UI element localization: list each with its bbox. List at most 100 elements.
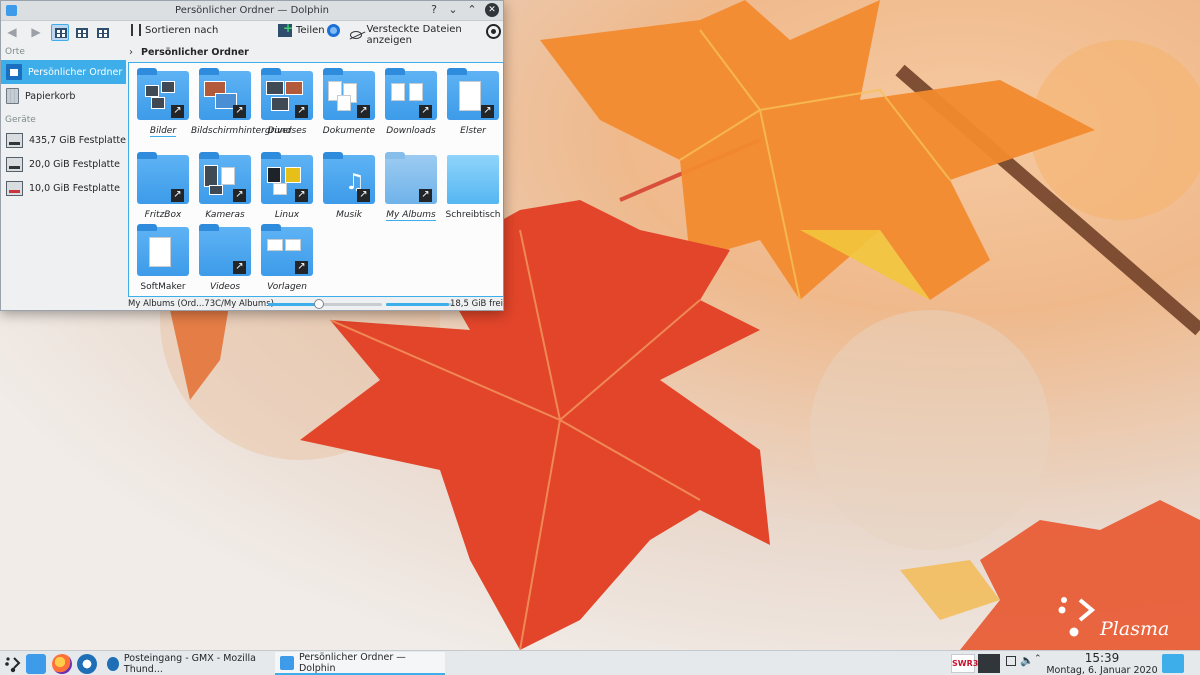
- folder-label: Bilder: [149, 126, 177, 137]
- forward-button[interactable]: ▶: [29, 24, 43, 40]
- volume-icon[interactable]: 🔈: [1020, 654, 1034, 667]
- breadcrumb[interactable]: › Persönlicher Ordner: [129, 45, 249, 60]
- breadcrumb-arrow-icon[interactable]: ›: [129, 47, 133, 58]
- back-button[interactable]: ◀: [5, 24, 19, 40]
- icons-view-icon: [55, 27, 67, 38]
- taskbar-panel: Posteingang - GMX - Mozilla Thund... Per…: [0, 650, 1200, 675]
- link-arrow-icon: ↗: [171, 105, 184, 118]
- sort-button[interactable]: Sortieren nach: [131, 24, 218, 36]
- maximize-button[interactable]: ⌃: [466, 3, 478, 17]
- radio-tray-icon[interactable]: SWR3: [951, 654, 978, 673]
- folder-item-dokumente[interactable]: ↗ Dokumente: [315, 65, 377, 145]
- search-button[interactable]: [327, 24, 340, 37]
- image-viewer-tray-icon[interactable]: [978, 654, 1000, 673]
- zoom-slider[interactable]: [268, 299, 382, 309]
- free-space-text: 18,5 GiB frei: [449, 299, 503, 309]
- places-heading: Orte: [5, 47, 25, 57]
- digital-clock[interactable]: 15:39 Montag, 6. Januar 2020: [1046, 652, 1158, 675]
- folder-item-diverses[interactable]: ↗ Diverses: [253, 65, 315, 145]
- link-arrow-icon: ↗: [295, 105, 308, 118]
- details-view-button[interactable]: [93, 24, 111, 41]
- link-arrow-icon: ↗: [233, 261, 246, 274]
- folder-item-vorlagen[interactable]: ↗ Vorlagen: [253, 221, 315, 301]
- sidebar-item-home[interactable]: Persönlicher Ordner: [1, 60, 126, 84]
- zoom-slider-handle[interactable]: [314, 299, 325, 309]
- clock-time: 15:39: [1084, 651, 1120, 665]
- link-arrow-icon: ↗: [357, 189, 370, 202]
- sidebar-item-label: 435,7 GiB Festplatte: [29, 134, 127, 146]
- minimize-button[interactable]: ⌄: [447, 3, 459, 17]
- link-arrow-icon: ↗: [233, 105, 246, 118]
- window-titlebar[interactable]: Persönlicher Ordner — Dolphin ? ⌄ ⌃ ✕: [1, 1, 503, 21]
- hard-disk-icon: [6, 156, 23, 172]
- file-view[interactable]: ↗ Bilder ↗ Bildschirmhintergrund ↗ Diver…: [128, 62, 504, 297]
- folder-icon: [137, 224, 189, 276]
- task-thunderbird[interactable]: Posteingang - GMX - Mozilla Thund...: [102, 652, 272, 675]
- sidebar-item-label: Papierkorb: [25, 90, 76, 102]
- sort-icon: [131, 24, 141, 36]
- show-desktop-icon[interactable]: [1162, 654, 1184, 673]
- hard-disk-icon: [6, 180, 23, 196]
- folder-item-kameras[interactable]: ↗ Kameras: [191, 149, 253, 229]
- eye-icon: [350, 31, 363, 39]
- sidebar-item-disk-1[interactable]: 435,7 GiB Festplatte: [1, 128, 126, 152]
- dolphin-window[interactable]: Persönlicher Ordner — Dolphin ? ⌄ ⌃ ✕ ◀ …: [0, 0, 504, 311]
- folder-label: SoftMaker: [140, 282, 186, 292]
- application-launcher-icon[interactable]: [3, 654, 23, 674]
- main-toolbar: ◀ ▶ Sortieren nach Teilen Versteckte Dat…: [1, 21, 503, 46]
- sidebar-item-trash[interactable]: Papierkorb: [1, 84, 126, 108]
- help-button[interactable]: ?: [428, 3, 440, 17]
- share-icon: [278, 21, 293, 37]
- compact-view-button[interactable]: [72, 24, 90, 41]
- folder-item-fritzbox[interactable]: ↗ FritzBox: [129, 149, 191, 229]
- folder-item-linux[interactable]: ↗ Linux: [253, 149, 315, 229]
- close-button[interactable]: ✕: [485, 3, 499, 17]
- link-arrow-icon: ↗: [419, 105, 432, 118]
- sidebar-item-label: 20,0 GiB Festplatte: [29, 158, 120, 170]
- folder-item-softmaker[interactable]: SoftMaker: [129, 221, 191, 301]
- folder-label: Videos: [209, 282, 241, 292]
- folder-item-downloads[interactable]: ↗ Downloads: [377, 65, 439, 145]
- sort-label: Sortieren nach: [145, 24, 219, 36]
- thunderbird-icon: [107, 656, 119, 671]
- dolphin-launcher-icon[interactable]: [26, 654, 46, 674]
- free-space-bar-fill: [386, 303, 449, 306]
- task-dolphin[interactable]: Persönlicher Ordner — Dolphin: [275, 652, 445, 675]
- link-arrow-icon: ↗: [295, 261, 308, 274]
- sidebar-item-label: 10,0 GiB Festplatte: [29, 182, 120, 194]
- folder-item-elster[interactable]: ↗ Elster: [439, 65, 501, 145]
- dolphin-icon: [280, 655, 294, 670]
- icons-view-button[interactable]: [51, 23, 69, 41]
- display-tray-icon[interactable]: [1006, 656, 1016, 666]
- firefox-icon[interactable]: [52, 654, 72, 674]
- gear-icon: [486, 24, 501, 39]
- tray-expand-icon[interactable]: ⌃: [1034, 654, 1042, 664]
- clock-date: Montag, 6. Januar 2020: [1046, 665, 1158, 675]
- folder-label: Schreibtisch: [445, 210, 501, 220]
- free-space-bar[interactable]: [386, 303, 452, 306]
- show-hidden-files-button[interactable]: Versteckte Dateien anzeigen: [350, 24, 503, 46]
- places-panel: Orte Persönlicher Ordner Papierkorb Gerä…: [1, 44, 126, 298]
- desktop-folder-icon: [447, 155, 499, 204]
- folder-label: My Albums: [386, 210, 436, 221]
- folder-label: Vorlagen: [267, 282, 307, 292]
- sidebar-item-disk-3[interactable]: 10,0 GiB Festplatte: [1, 176, 126, 200]
- folder-item-my-albums[interactable]: ↗ My Albums: [377, 149, 439, 229]
- link-arrow-icon: ↗: [419, 189, 432, 202]
- thunderbird-icon[interactable]: [77, 654, 97, 674]
- folder-label: FritzBox: [144, 210, 182, 220]
- folder-item-musik[interactable]: ♫ ↗ Musik: [315, 149, 377, 229]
- share-button[interactable]: Teilen: [278, 21, 325, 37]
- control-menu-button[interactable]: [486, 24, 501, 39]
- folder-item-videos[interactable]: ↗ Videos: [191, 221, 253, 301]
- folder-item-bilder[interactable]: ↗ Bilder: [129, 65, 191, 145]
- zoom-slider-fill: [268, 303, 320, 306]
- show-hidden-files-label: Versteckte Dateien anzeigen: [366, 24, 462, 46]
- sidebar-item-disk-2[interactable]: 20,0 GiB Festplatte: [1, 152, 126, 176]
- breadcrumb-current[interactable]: Persönlicher Ordner: [141, 47, 249, 58]
- compact-view-icon: [76, 27, 88, 38]
- link-arrow-icon: ↗: [295, 189, 308, 202]
- folder-item-schreibtisch[interactable]: Schreibtisch: [439, 149, 501, 229]
- folder-item-bildschirmhintergrund[interactable]: ↗ Bildschirmhintergrund: [191, 65, 291, 145]
- home-icon: [6, 64, 22, 80]
